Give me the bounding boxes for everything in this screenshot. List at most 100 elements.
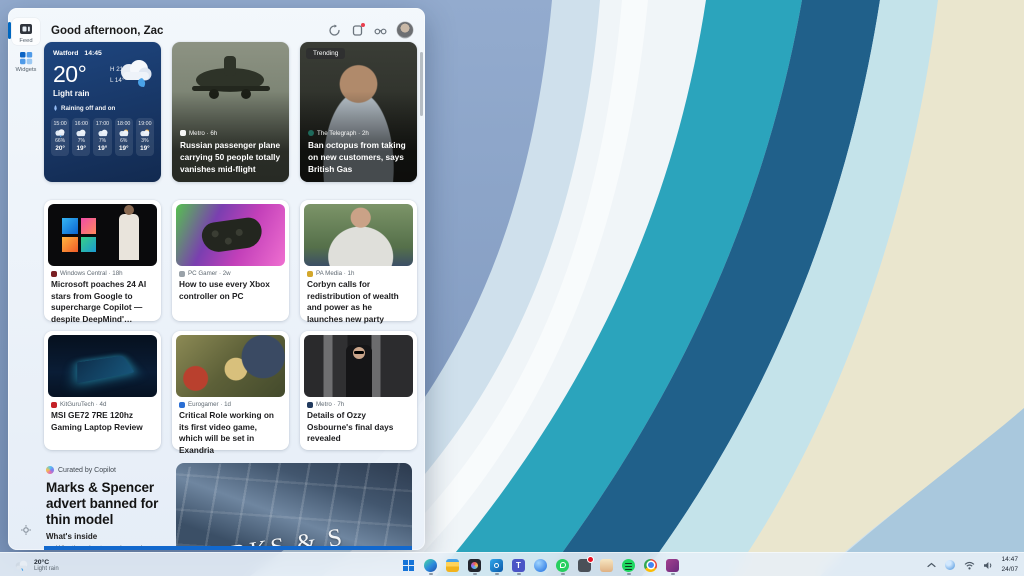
source-logo-eurogamer bbox=[179, 402, 185, 408]
news-card-plane[interactable]: Metro · 6h Russian passenger plane carry… bbox=[172, 42, 289, 182]
file-explorer-icon[interactable] bbox=[444, 556, 461, 575]
news-image-xbox bbox=[176, 204, 285, 266]
desktop: Feed Widgets Good afternoon, Zac Watford bbox=[0, 0, 1024, 576]
news-meta: Metro · 6h bbox=[189, 130, 217, 137]
weather-condition: Light rain bbox=[44, 88, 161, 98]
chrome-icon[interactable] bbox=[642, 556, 659, 575]
hour-tile[interactable]: 15:00 66% 20° bbox=[51, 118, 69, 156]
notification-dot bbox=[361, 23, 365, 27]
hour-tile[interactable]: 16:00 7% 19° bbox=[72, 118, 90, 156]
news-meta: Windows Central · 18h bbox=[60, 270, 123, 277]
news-card-ozzy[interactable]: Metro · 7h Details of Ozzy Osbourne's fi… bbox=[300, 331, 417, 450]
photos-icon[interactable] bbox=[466, 556, 483, 575]
source-logo-pc-gamer bbox=[179, 271, 185, 277]
volume-icon[interactable] bbox=[982, 559, 994, 571]
selected-section-indicator bbox=[8, 22, 11, 39]
news-image-ms-event bbox=[48, 204, 157, 266]
news-card-microsoft-ai[interactable]: Windows Central · 18h Microsoft poaches … bbox=[44, 200, 161, 321]
news-headline: Critical Role working on its first video… bbox=[172, 408, 289, 456]
news-headline: Microsoft poaches 24 AI stars from Googl… bbox=[44, 277, 161, 325]
news-card-msi-laptop[interactable]: KitGuruTech · 4d MSI GE72 7RE 120hz Gami… bbox=[44, 331, 161, 450]
globe-icon[interactable] bbox=[944, 559, 956, 571]
news-headline: Details of Ozzy Osbourne's final days re… bbox=[300, 408, 417, 445]
news-meta: PC Gamer · 2w bbox=[188, 270, 231, 277]
system-tray: 14:47 24/07 bbox=[925, 553, 1018, 576]
news-image-critical-role bbox=[176, 335, 285, 397]
cloud-icon bbox=[97, 129, 109, 137]
source-logo-metro bbox=[307, 402, 313, 408]
news-meta: KitGuruTech · 4d bbox=[60, 401, 106, 408]
news-headline: How to use every Xbox controller on PC bbox=[172, 277, 289, 302]
news-meta: Metro · 7h bbox=[316, 401, 344, 408]
whats-inside-label: What's inside bbox=[46, 532, 97, 541]
trending-badge: Trending bbox=[306, 48, 345, 59]
avatar[interactable] bbox=[397, 22, 413, 38]
news-headline: Russian passenger plane carrying 50 peop… bbox=[180, 139, 281, 175]
rail-item-widgets[interactable]: Widgets bbox=[12, 50, 40, 73]
news-card-critical-role[interactable]: Eurogamer · 1d Critical Role working on … bbox=[172, 331, 289, 450]
edge-icon[interactable] bbox=[422, 556, 439, 575]
news-image-ozzy bbox=[304, 335, 413, 397]
microsoft-logo bbox=[62, 218, 96, 252]
news-meta: PA Media · 1h bbox=[316, 270, 354, 277]
teams-icon[interactable] bbox=[510, 556, 527, 575]
whatsapp-icon[interactable] bbox=[554, 556, 571, 575]
curated-image-marks-spencer[interactable]: MARKS & S bbox=[176, 463, 412, 550]
news-headline: MSI GE72 7RE 120hz Gaming Laptop Review bbox=[44, 408, 161, 433]
notepad-icon[interactable] bbox=[598, 556, 615, 575]
source-logo-telegraph bbox=[308, 130, 314, 136]
rain-icon bbox=[54, 129, 66, 137]
curated-by-copilot: Curated by Copilot bbox=[46, 466, 116, 474]
rail-widgets-label: Widgets bbox=[12, 67, 40, 73]
start-icon[interactable] bbox=[400, 556, 417, 575]
panel-scrollbar[interactable] bbox=[420, 52, 423, 116]
hour-tile[interactable]: 19:00 3% 19° bbox=[136, 118, 154, 156]
cloud-icon bbox=[75, 129, 87, 137]
feed-icon bbox=[18, 21, 34, 37]
hourly-forecast: 15:00 66% 20° 16:00 7% 19° 17:00 7% 19° bbox=[44, 112, 161, 156]
sun-cloud-icon bbox=[118, 129, 130, 137]
panel-header-icons bbox=[328, 22, 413, 38]
source-logo-windows-central bbox=[51, 271, 57, 277]
spotify-icon[interactable] bbox=[620, 556, 637, 575]
curated-label: Curated by Copilot bbox=[58, 467, 116, 474]
raindrop-icon bbox=[53, 105, 58, 112]
weather-temp: 20° bbox=[53, 61, 86, 87]
news-card-xbox[interactable]: PC Gamer · 2w How to use every Xbox cont… bbox=[172, 200, 289, 321]
news-card-corbyn[interactable]: PA Media · 1h Corbyn calls for redistrib… bbox=[300, 200, 417, 321]
source-logo-metro bbox=[180, 130, 186, 136]
notifications-icon[interactable] bbox=[351, 24, 364, 37]
refresh-icon[interactable] bbox=[328, 24, 341, 37]
weather-widget-card[interactable]: Watford 14:45 20° H 21° L 14° Light rain… bbox=[44, 42, 161, 182]
settings-gear-icon[interactable] bbox=[20, 524, 32, 536]
taskbar-weather-widget[interactable]: 20°C Light rain bbox=[4, 554, 69, 576]
hour-tile[interactable]: 18:00 6% 19° bbox=[115, 118, 133, 156]
taskbar-clock[interactable]: 14:47 24/07 bbox=[1001, 555, 1018, 574]
weather-cloud-icon bbox=[14, 560, 29, 571]
curated-headline[interactable]: Marks & Spencer advert banned for thin m… bbox=[46, 480, 176, 527]
outlook-icon[interactable] bbox=[488, 556, 505, 575]
hour-tile[interactable]: 17:00 7% 19° bbox=[93, 118, 111, 156]
chevron-up-icon[interactable] bbox=[925, 559, 937, 571]
copilot-icon bbox=[46, 466, 54, 474]
weather-location: Watford bbox=[53, 50, 78, 57]
news-image-corbyn bbox=[304, 204, 413, 266]
messenger-icon[interactable] bbox=[532, 556, 549, 575]
taskbar-weather-temp: 20°C bbox=[34, 559, 59, 566]
news-card-british-gas[interactable]: Trending The Telegraph · 2h Ban octopus … bbox=[300, 42, 417, 182]
rail-item-feed[interactable]: Feed bbox=[12, 18, 40, 45]
tray-date: 24/07 bbox=[1001, 565, 1018, 575]
xbox-controller-shape bbox=[200, 216, 264, 254]
next-card-peek bbox=[44, 546, 412, 550]
weather-alert-text: Raining off and on bbox=[61, 105, 115, 112]
sun-cloud-icon bbox=[139, 129, 151, 137]
glasses-icon[interactable] bbox=[374, 24, 387, 37]
widgets-icon bbox=[18, 50, 34, 66]
wifi-icon[interactable] bbox=[963, 559, 975, 571]
taskbar: 20°C Light rain bbox=[0, 552, 1024, 576]
office-icon[interactable] bbox=[664, 556, 681, 575]
news-meta: Eurogamer · 1d bbox=[188, 401, 231, 408]
greeting-text: Good afternoon, Zac bbox=[51, 25, 163, 37]
source-logo-pa-media bbox=[307, 271, 313, 277]
phone-link-icon[interactable] bbox=[576, 556, 593, 575]
